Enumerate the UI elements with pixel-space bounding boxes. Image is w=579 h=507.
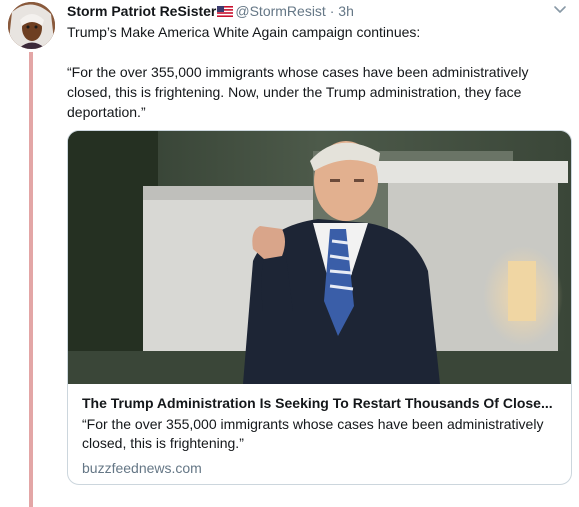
separator-dot: ·: [329, 3, 335, 19]
timestamp[interactable]: 3h: [338, 3, 354, 19]
thread-line: [29, 52, 33, 507]
card-text: The Trump Administration Is Seeking To R…: [82, 393, 558, 477]
display-name[interactable]: Storm Patriot ReSister: [67, 3, 216, 19]
card-title[interactable]: The Trump Administration Is Seeking To R…: [82, 393, 558, 413]
tweet-text-quote: “For the over 355,000 immigrants whose c…: [67, 64, 529, 120]
card-domain[interactable]: buzzfeednews.com: [82, 459, 558, 477]
card-image: [68, 131, 571, 384]
tweet-text-line: Trump’s Make America White Again campaig…: [67, 24, 421, 40]
tweet-text: Trump’s Make America White Again campaig…: [67, 22, 567, 122]
tweet-header: Storm Patriot ReSister @StormResist · 3h: [67, 2, 559, 20]
link-card[interactable]: The Trump Administration Is Seeking To R…: [67, 130, 572, 485]
tweet[interactable]: Storm Patriot ReSister @StormResist · 3h…: [0, 0, 579, 507]
avatar[interactable]: [8, 2, 55, 49]
card-photo: [68, 131, 571, 384]
chevron-down-icon[interactable]: [553, 2, 567, 16]
us-flag-icon: [217, 6, 234, 17]
avatar-image: [8, 2, 55, 49]
card-description: “For the over 355,000 immigrants whose c…: [82, 416, 544, 451]
user-handle[interactable]: @StormResist: [235, 3, 325, 19]
